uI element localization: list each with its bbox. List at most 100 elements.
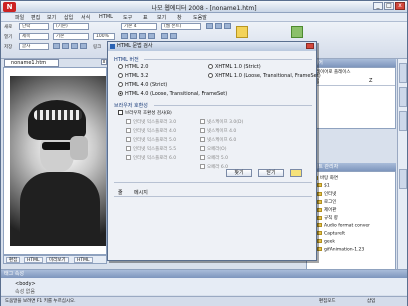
paste-button[interactable]	[71, 43, 78, 49]
tab-html-2[interactable]: HTML	[74, 257, 93, 263]
menu-format[interactable]: 서식	[81, 14, 90, 21]
opera5-checkbox[interactable]: 오페라 5.0	[200, 155, 228, 161]
char-select[interactable]: 글자	[19, 43, 49, 50]
copy-button[interactable]	[62, 43, 69, 49]
toolbar-save-label[interactable]: 저장	[4, 44, 12, 50]
toolbar-new-label[interactable]: 새로	[4, 24, 12, 30]
toolbar-open-label[interactable]: 열기	[4, 34, 12, 40]
editor-canvas[interactable]	[3, 67, 107, 255]
person-photo-image[interactable]	[10, 76, 106, 246]
indent-button[interactable]	[161, 33, 168, 39]
ie6-checkbox[interactable]: 인터넷 익스플로러 6.0	[126, 155, 176, 161]
radio-xhtml-strict[interactable]: XHTML 1.0 (Strict)	[208, 64, 261, 70]
radio-html-2[interactable]: HTML 2.0	[118, 64, 148, 70]
bold-button[interactable]	[206, 23, 213, 29]
ns3-checkbox[interactable]: 넷스케이프 3.0(D)	[200, 119, 243, 125]
help-lightbulb-icon[interactable]	[290, 169, 302, 177]
ie55-checkbox[interactable]: 인터넷 익스플로러 5.5	[126, 146, 176, 152]
maximize-button[interactable]: □	[384, 2, 394, 10]
menu-file[interactable]: 파일	[15, 14, 24, 21]
status-mode: 편집모드	[319, 299, 336, 304]
vtab-library[interactable]	[399, 111, 407, 131]
tree-item-3[interactable]: 로그인	[317, 199, 336, 205]
radio-html-4-strict[interactable]: HTML 4.0 (Strict)	[118, 82, 167, 88]
tab-edit[interactable]: 편집	[6, 257, 21, 263]
menu-html[interactable]: HTML	[99, 14, 113, 20]
close-window-button[interactable]: x	[395, 2, 405, 10]
minimize-button[interactable]: _	[373, 2, 383, 10]
align-center-button[interactable]	[130, 33, 137, 39]
tree-item-8[interactable]: geek	[317, 239, 335, 245]
align-left-button[interactable]	[121, 33, 128, 39]
vtab-layer[interactable]	[399, 63, 407, 83]
tag-inspector-title[interactable]: 태그 속성	[1, 270, 407, 278]
ie5-checkbox[interactable]: 인터넷 익스플로러 5.0	[126, 137, 176, 143]
align-right-button[interactable]	[139, 33, 146, 39]
opera6-checkbox[interactable]: 오페라 6.0	[200, 164, 228, 170]
checkbox-label: 넷스케이프 3.0(D)	[207, 120, 244, 125]
radio-xhtml-loose[interactable]: XHTML 1.0 (Loose, Transitional, FrameSet…	[208, 73, 321, 79]
font-select[interactable]: (기본)	[53, 23, 89, 30]
radio-html-32[interactable]: HTML 3.2	[118, 73, 148, 79]
folder-icon	[317, 215, 322, 220]
radio-html-4-loose[interactable]: HTML 4.0 (Loose, Transitional, FrameSet)	[118, 91, 227, 97]
tab-html[interactable]: HTML	[24, 257, 43, 263]
tree-item-label: 바탕 화면	[320, 176, 338, 181]
checkbox-label: 오페라 5.0	[207, 156, 229, 161]
close-button[interactable]: 닫기	[258, 169, 284, 177]
font-face-select[interactable]: (웹 폰트)	[161, 23, 201, 30]
ns6-checkbox[interactable]: 넷스케이프 6.0	[200, 137, 236, 143]
toolbar-link-label[interactable]: 링크	[93, 44, 101, 50]
menu-view[interactable]: 보기	[47, 14, 56, 21]
browser-preview-icon[interactable]	[291, 26, 303, 38]
format-select[interactable]: 제목	[19, 33, 49, 40]
tree-item-label: 제어판	[324, 208, 337, 213]
results-col-message: 메시지	[134, 190, 148, 196]
ie4-checkbox[interactable]: 인터넷 익스플로러 4.0	[126, 128, 176, 134]
vtab-site[interactable]	[399, 169, 407, 189]
image-insert-icon[interactable]	[236, 26, 248, 38]
checkbox-label: 인터넷 익스플로러 5.5	[133, 147, 177, 152]
tree-item-1[interactable]: $1	[317, 183, 330, 189]
outdent-button[interactable]	[170, 33, 177, 39]
menu-edit[interactable]: 편집	[31, 14, 40, 21]
menu-help[interactable]: 도움말	[193, 14, 207, 21]
tag-properties: 속성 없음	[15, 289, 35, 295]
ie3-checkbox[interactable]: 인터넷 익스플로러 3.0	[126, 119, 176, 125]
tab-preview[interactable]: 미리보기	[46, 257, 69, 263]
document-tab[interactable]: noname1.htm	[4, 59, 59, 67]
tree-item-4[interactable]: 제어판	[317, 207, 336, 213]
paragraph-select[interactable]: 단락	[19, 23, 49, 30]
title-bar[interactable]: N 나모 웹에디터 2008 - [noname1.htm] _ □ x	[1, 1, 407, 13]
style-select[interactable]: 기본	[53, 33, 89, 40]
italic-button[interactable]	[215, 23, 222, 29]
tree-item-2[interactable]: 인터넷	[317, 191, 336, 197]
ns4-checkbox[interactable]: 넷스케이프 4.0	[200, 128, 236, 134]
menu-table[interactable]: 표	[143, 14, 148, 21]
menu-insert[interactable]: 삽입	[64, 14, 73, 21]
folder-icon	[317, 199, 322, 204]
menu-window[interactable]: 창	[177, 14, 182, 21]
tag-path[interactable]: <body>	[15, 281, 36, 287]
size-select[interactable]: 기본 4	[121, 23, 157, 30]
layer-panel-title[interactable]: 레이어	[306, 59, 396, 67]
check-button[interactable]: 찾기	[226, 169, 252, 177]
site-manager-title[interactable]: 사이트 관리자	[306, 163, 396, 171]
cut-button[interactable]	[53, 43, 60, 49]
dialog-title-bar[interactable]: HTML 문법 검사	[108, 42, 316, 51]
undo-button[interactable]	[80, 43, 87, 49]
dialog-close-button[interactable]	[306, 43, 314, 49]
menu-tools[interactable]: 도구	[123, 14, 132, 21]
tree-item-9[interactable]: gifAnimation-1.23	[317, 247, 364, 253]
folder-icon	[317, 231, 322, 235]
opera-checkbox[interactable]: 오페라(O)	[200, 146, 226, 152]
vtab-style[interactable]	[399, 87, 407, 107]
tree-item-7[interactable]: CaptureIt	[317, 231, 345, 237]
list-button[interactable]	[148, 33, 155, 39]
underline-button[interactable]	[224, 23, 231, 29]
tree-item-6[interactable]: Audio format conver	[317, 223, 370, 229]
tree-item-5[interactable]: 규칙 향	[317, 215, 338, 221]
browser-check-checkbox[interactable]: 브라우저 호환성 검사(B)	[118, 110, 172, 116]
menu-view2[interactable]: 보기	[157, 14, 166, 21]
zoom-select[interactable]: 100%	[93, 33, 115, 40]
